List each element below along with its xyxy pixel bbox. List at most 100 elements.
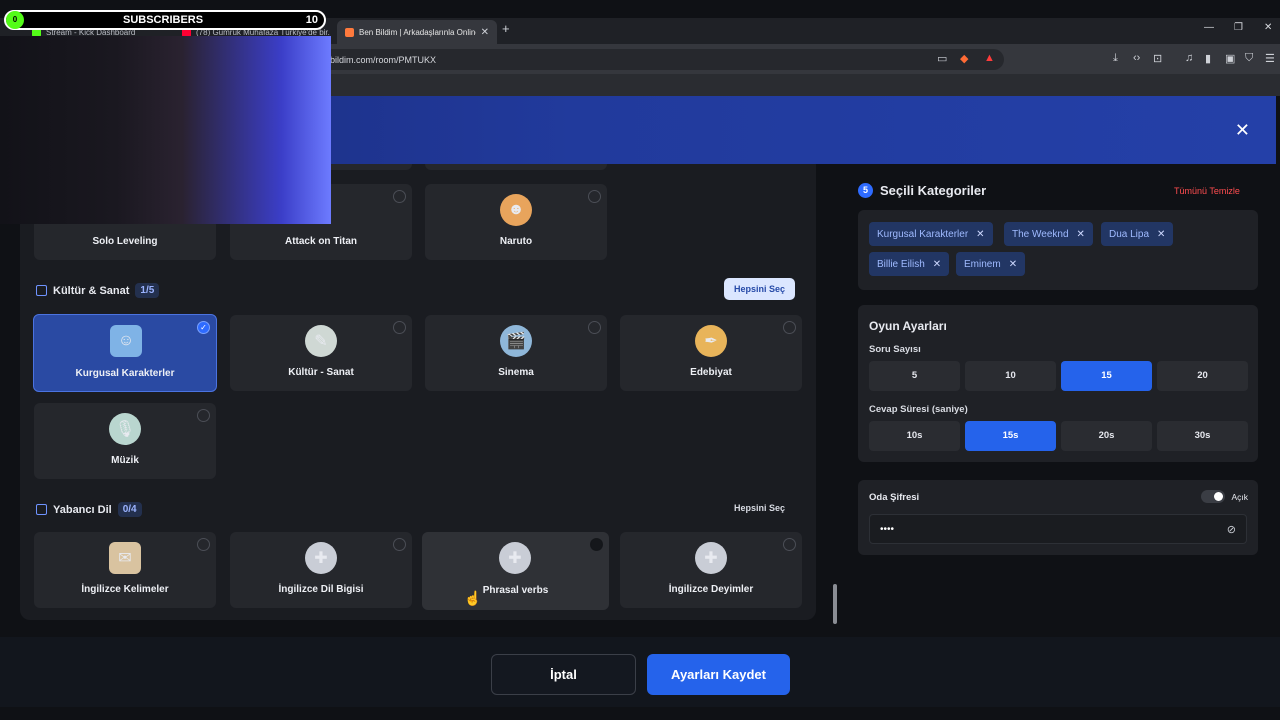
subscribers-goal-bar: 0 SUBSCRIBERS 10 <box>4 10 326 30</box>
game-settings-box: Oyun Ayarları Soru Sayısı 5 10 15 20 Cev… <box>858 305 1258 462</box>
time-option-selected[interactable]: 15s <box>965 421 1056 451</box>
uk-flag-icon: ✚ <box>499 542 531 574</box>
brave-shield-icon[interactable]: ◆ <box>960 52 968 65</box>
card-radio[interactable] <box>588 190 601 203</box>
screenshot-icon[interactable]: ⊡ <box>1153 52 1162 65</box>
card-label: İngilizce Deyimler <box>668 584 754 595</box>
music-mic-icon: 🎙 <box>109 413 141 445</box>
category-card-ingilizce-deyimler[interactable]: ✚ İngilizce Deyimler <box>620 532 802 608</box>
maximize-icon[interactable]: ❐ <box>1234 22 1243 33</box>
room-password-label: Oda Şifresi <box>869 492 920 503</box>
modal-close-icon[interactable]: ✕ <box>1235 120 1250 141</box>
room-password-box: Oda Şifresi Açık •••• ⊘ <box>858 480 1258 555</box>
remove-tag-icon[interactable]: ✕ <box>1157 229 1165 240</box>
question-option[interactable]: 20 <box>1157 361 1248 391</box>
card-radio[interactable] <box>393 321 406 334</box>
category-card-sinema[interactable]: 🎬 Sinema <box>425 315 607 391</box>
devtools-icon[interactable]: ‹› <box>1133 52 1140 64</box>
card-label: Kurgusal Karakterler <box>75 368 175 379</box>
category-card-muzik[interactable]: 🎙 Müzik <box>34 403 216 479</box>
uk-flag-icon: ✚ <box>695 542 727 574</box>
remove-tag-icon[interactable]: ✕ <box>1077 229 1085 240</box>
category-card-ingilizce-dil-bilgisi[interactable]: ✚ İngilizce Dil Bigisi <box>230 532 412 608</box>
menu-icon[interactable]: ☰ <box>1265 52 1275 65</box>
clear-all-button[interactable]: Tümünü Temizle <box>1174 186 1240 196</box>
answer-time-label: Cevap Süresi (saniye) <box>869 404 968 415</box>
category-card-kultur-sanat[interactable]: ✎ Kültür - Sanat <box>230 315 412 391</box>
category-card-edebiyat[interactable]: ✒ Edebiyat <box>620 315 802 391</box>
card-radio[interactable] <box>590 538 603 551</box>
window-close-icon[interactable]: ✕ <box>1264 22 1272 33</box>
culture-select-all-button[interactable]: Hepsini Seç <box>724 278 796 300</box>
card-radio[interactable] <box>393 190 406 203</box>
tag-label: Dua Lipa <box>1109 228 1150 240</box>
scrollbar-thumb[interactable] <box>833 584 837 624</box>
scrollbar[interactable] <box>832 170 839 630</box>
password-toggle[interactable] <box>1201 490 1225 503</box>
password-input[interactable]: •••• ⊘ <box>869 514 1247 544</box>
question-option[interactable]: 10 <box>965 361 1056 391</box>
music-icon[interactable]: ♫ <box>1185 52 1193 64</box>
fictional-character-icon: ☺ <box>110 325 142 357</box>
selected-tag: Kurgusal Karakterler ✕ <box>869 222 993 246</box>
url-field[interactable]: bildim.com/room/PMTUKX <box>322 49 1004 70</box>
webcam-overlay <box>0 36 331 224</box>
language-select-all-button[interactable]: Hepsini Seç <box>724 497 795 519</box>
new-tab-button[interactable]: + <box>502 21 510 36</box>
building-icon <box>36 504 47 515</box>
toggle-knob <box>1214 492 1223 501</box>
section-count: 1/5 <box>135 283 160 298</box>
save-settings-button[interactable]: Ayarları Kaydet <box>647 654 790 695</box>
question-option-selected[interactable]: 15 <box>1061 361 1152 391</box>
section-culture-title: Kültür & Sanat 1/5 <box>36 283 160 298</box>
card-radio[interactable] <box>393 538 406 551</box>
cancel-button[interactable]: İptal <box>491 654 636 695</box>
time-option[interactable]: 30s <box>1157 421 1248 451</box>
question-option[interactable]: 5 <box>869 361 960 391</box>
selected-categories-header: 5 Seçili Kategoriler <box>858 183 986 198</box>
time-option[interactable]: 20s <box>1061 421 1152 451</box>
tab-ben-bildim[interactable]: Ben Bildim | Arkadaşlarınla Online... ✕ <box>337 20 497 44</box>
vpn-icon[interactable]: ⛉ <box>1245 52 1253 65</box>
category-card-phrasal-verbs[interactable]: ✚ Phrasal verbs <box>422 532 609 610</box>
tag-label: Eminem <box>964 258 1001 270</box>
card-label: Phrasal verbs <box>482 585 549 596</box>
category-card[interactable] <box>425 164 607 170</box>
card-radio-checked[interactable]: ✓ <box>197 321 210 334</box>
minimize-icon[interactable]: — <box>1204 22 1214 33</box>
tab-close-icon[interactable]: ✕ <box>481 27 489 38</box>
culture-art-icon: ✎ <box>305 325 337 357</box>
cast-icon[interactable]: ▭ <box>937 52 947 65</box>
eye-off-icon[interactable]: ⊘ <box>1227 523 1236 536</box>
card-radio[interactable] <box>588 321 601 334</box>
building-icon <box>36 285 47 296</box>
section-language-title: Yabancı Dil 0/4 <box>36 502 142 517</box>
sidebar-icon[interactable]: ▮ <box>1205 52 1211 65</box>
mouse-cursor-icon: ☝ <box>464 590 482 606</box>
selected-tags-box: Kurgusal Karakterler ✕ The Weeknd ✕ Dua Li… <box>858 210 1258 290</box>
wallet-icon[interactable]: ▣ <box>1225 52 1235 65</box>
subscriber-progress-icon: 0 <box>6 11 24 29</box>
category-card-kurgusal-karakterler[interactable]: ☺ Kurgusal Karakterler ✓ <box>33 314 217 392</box>
remove-tag-icon[interactable]: ✕ <box>933 259 941 270</box>
brave-rewards-icon[interactable]: ▲ <box>984 52 995 64</box>
card-radio[interactable] <box>197 538 210 551</box>
card-label: İngilizce Kelimeler <box>81 584 169 595</box>
tag-label: The Weeknd <box>1012 228 1069 240</box>
card-label: Attack on Titan <box>284 236 358 247</box>
card-label: Sinema <box>498 367 534 378</box>
card-radio[interactable] <box>783 538 796 551</box>
remove-tag-icon[interactable]: ✕ <box>1009 259 1017 270</box>
section-title-text: Yabancı Dil <box>53 503 112 516</box>
english-words-icon: ✉ <box>109 542 141 574</box>
selected-tag: Eminem ✕ <box>956 252 1026 276</box>
cinema-icon: 🎬 <box>500 325 532 357</box>
time-option[interactable]: 10s <box>869 421 960 451</box>
card-radio[interactable] <box>197 409 210 422</box>
remove-tag-icon[interactable]: ✕ <box>976 229 984 240</box>
subscribers-count: 10 <box>305 14 318 26</box>
download-icon[interactable]: ⤓ <box>1113 52 1118 65</box>
card-radio[interactable] <box>783 321 796 334</box>
category-card-ingilizce-kelimeler[interactable]: ✉ İngilizce Kelimeler <box>34 532 216 608</box>
category-card-naruto[interactable]: ☻ Naruto <box>425 184 607 260</box>
